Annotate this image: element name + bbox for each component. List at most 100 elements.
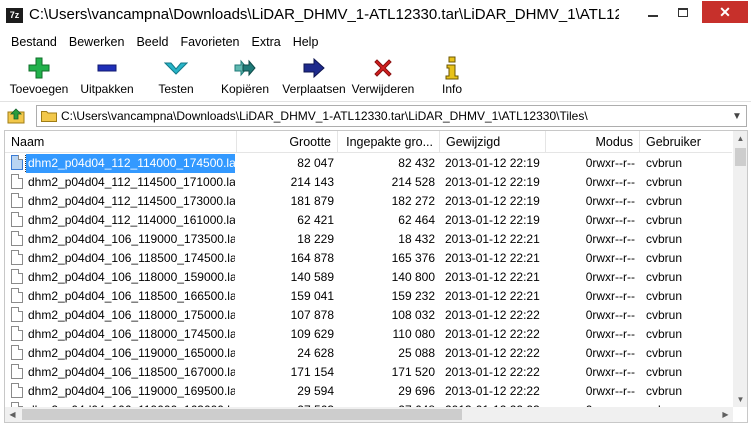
info-button[interactable]: Info [436,54,468,96]
horizontal-scroll-thumb[interactable] [22,409,462,420]
file-name-cell: dhm2_p04d04_112_114000_174500.laz [11,154,235,173]
table-row[interactable]: dhm2_p04d04_106_118500_166500.laz 159 041… [5,287,732,306]
file-mode: 0rwxr--r-- [585,346,635,360]
copy-button[interactable]: Kopiëren [218,54,272,96]
file-modified: 2013-01-12 22:22 [445,327,540,341]
file-name-cell: dhm2_p04d04_106_118500_167000.laz [11,363,235,382]
delete-button[interactable]: Verwijderen [350,54,416,96]
file-icon [11,307,23,322]
copy-label: Kopiëren [220,82,270,96]
column-name[interactable]: Naam [5,131,237,153]
table-row[interactable]: dhm2_p04d04_106_118500_174500.laz 164 878… [5,249,732,268]
menu-bewerken[interactable]: Bewerken [63,35,131,49]
file-modified: 2013-01-12 22:19 [445,213,540,227]
menu-extra[interactable]: Extra [246,35,287,49]
chevron-down-icon[interactable]: ▼ [730,108,744,124]
close-button[interactable]: ✕ [702,1,748,23]
menu-help[interactable]: Help [287,35,325,49]
file-packed-size: 214 528 [391,175,435,189]
file-owner: cvbrun [646,270,683,284]
vertical-scroll-thumb[interactable] [735,148,746,166]
file-modified: 2013-01-12 22:19 [445,175,540,189]
file-name: dhm2_p04d04_112_114000_161000.laz [28,213,235,227]
add-button[interactable]: Toevoegen [8,54,70,96]
table-row[interactable]: dhm2_p04d04_112_114500_173000.laz 181 879… [5,192,732,211]
file-size: 140 589 [290,270,334,284]
folder-icon [41,111,57,122]
scroll-down-icon[interactable]: ▼ [733,392,747,407]
column-size[interactable]: Grootte [237,131,338,153]
arrow-right-icon [282,54,346,82]
table-row[interactable]: dhm2_p04d04_106_119000_169500.laz 29 594 2… [5,382,732,401]
file-owner: cvbrun [646,308,683,322]
file-owner: cvbrun [646,156,683,170]
file-icon [11,231,23,246]
move-button[interactable]: Verplaatsen [282,54,346,96]
file-size: 62 421 [297,213,334,227]
file-modified: 2013-01-12 22:22 [445,308,540,322]
column-owner[interactable]: Gebruiker [640,131,732,153]
file-modified: 2013-01-12 22:21 [445,232,540,246]
file-packed-size: 182 272 [391,194,435,208]
info-i-icon [436,54,468,82]
test-label: Testen [158,82,194,96]
file-name: dhm2_p04d04_112_114500_173000.laz [28,194,235,208]
up-folder-button[interactable] [6,107,26,125]
column-header: Naam Grootte Ingepakte gro... Gewijzigd … [5,131,732,153]
title-bar: 7z C:\Users\vancampna\Downloads\LiDAR_DH… [0,0,751,32]
file-packed-size: 82 432 [398,156,435,170]
file-owner: cvbrun [646,365,683,379]
column-modified[interactable]: Gewijzigd [440,131,546,153]
status-bar [0,424,751,445]
file-name: dhm2_p04d04_106_118000_159000.laz [28,270,235,284]
table-row[interactable]: dhm2_p04d04_106_118500_167000.laz 171 154… [5,363,732,382]
file-mode: 0rwxr--r-- [585,365,635,379]
file-mode: 0rwxr--r-- [585,251,635,265]
file-name-cell: dhm2_p04d04_112_114500_171000.laz [11,173,235,192]
minimize-button[interactable] [639,1,667,23]
path-text: C:\Users\vancampna\Downloads\LiDAR_DHMV_… [61,109,588,123]
column-mode[interactable]: Modus [546,131,640,153]
vertical-scrollbar[interactable]: ▲ ▼ [733,131,747,407]
file-owner: cvbrun [646,232,683,246]
file-modified: 2013-01-12 22:21 [445,270,540,284]
test-button[interactable]: Testen [152,54,200,96]
table-row[interactable]: dhm2_p04d04_106_119000_165000.laz 24 628 2… [5,344,732,363]
maximize-button[interactable] [669,1,697,23]
file-size: 24 628 [297,346,334,360]
path-input[interactable]: C:\Users\vancampna\Downloads\LiDAR_DHMV_… [36,105,747,127]
file-name-cell: dhm2_p04d04_112_114500_173000.laz [11,192,235,211]
table-row[interactable]: dhm2_p04d04_112_114000_174500.laz 82 047 8… [5,154,732,173]
table-row[interactable]: dhm2_p04d04_112_114500_171000.laz 214 143… [5,173,732,192]
file-name-cell: dhm2_p04d04_106_118500_174500.laz [11,249,235,268]
table-row[interactable]: dhm2_p04d04_106_119000_173500.laz 18 229 1… [5,230,732,249]
menu-favorieten[interactable]: Favorieten [174,35,245,49]
double-arrow-icon [218,54,272,82]
scroll-right-icon[interactable]: ▶ [718,407,733,422]
table-row[interactable]: dhm2_p04d04_106_118000_159000.laz 140 589… [5,268,732,287]
file-owner: cvbrun [646,175,683,189]
file-name: dhm2_p04d04_112_114000_174500.laz [25,154,235,173]
file-packed-size: 29 696 [398,384,435,398]
extract-button[interactable]: Uitpakken [78,54,136,96]
scroll-up-icon[interactable]: ▲ [733,131,747,146]
file-modified: 2013-01-12 22:22 [445,365,540,379]
file-packed-size: 171 520 [391,365,435,379]
menu-bestand[interactable]: Bestand [5,35,63,49]
menu-beeld[interactable]: Beeld [130,35,174,49]
file-size: 164 878 [290,251,334,265]
scroll-left-icon[interactable]: ◀ [5,407,20,422]
table-row[interactable]: dhm2_p04d04_106_118000_174500.laz 109 629… [5,325,732,344]
file-mode: 0rwxr--r-- [585,194,635,208]
column-packed-size[interactable]: Ingepakte gro... [338,131,440,153]
file-packed-size: 18 432 [398,232,435,246]
file-size: 214 143 [290,175,334,189]
file-size: 159 041 [290,289,334,303]
file-icon [11,326,23,341]
file-name-cell: dhm2_p04d04_106_118000_159000.laz [11,268,235,287]
file-owner: cvbrun [646,384,683,398]
horizontal-scrollbar[interactable]: ◀ ▶ [5,407,733,422]
table-row[interactable]: dhm2_p04d04_106_118000_175000.laz 107 878… [5,306,732,325]
file-icon [11,193,23,208]
table-row[interactable]: dhm2_p04d04_112_114000_161000.laz 62 421 6… [5,211,732,230]
